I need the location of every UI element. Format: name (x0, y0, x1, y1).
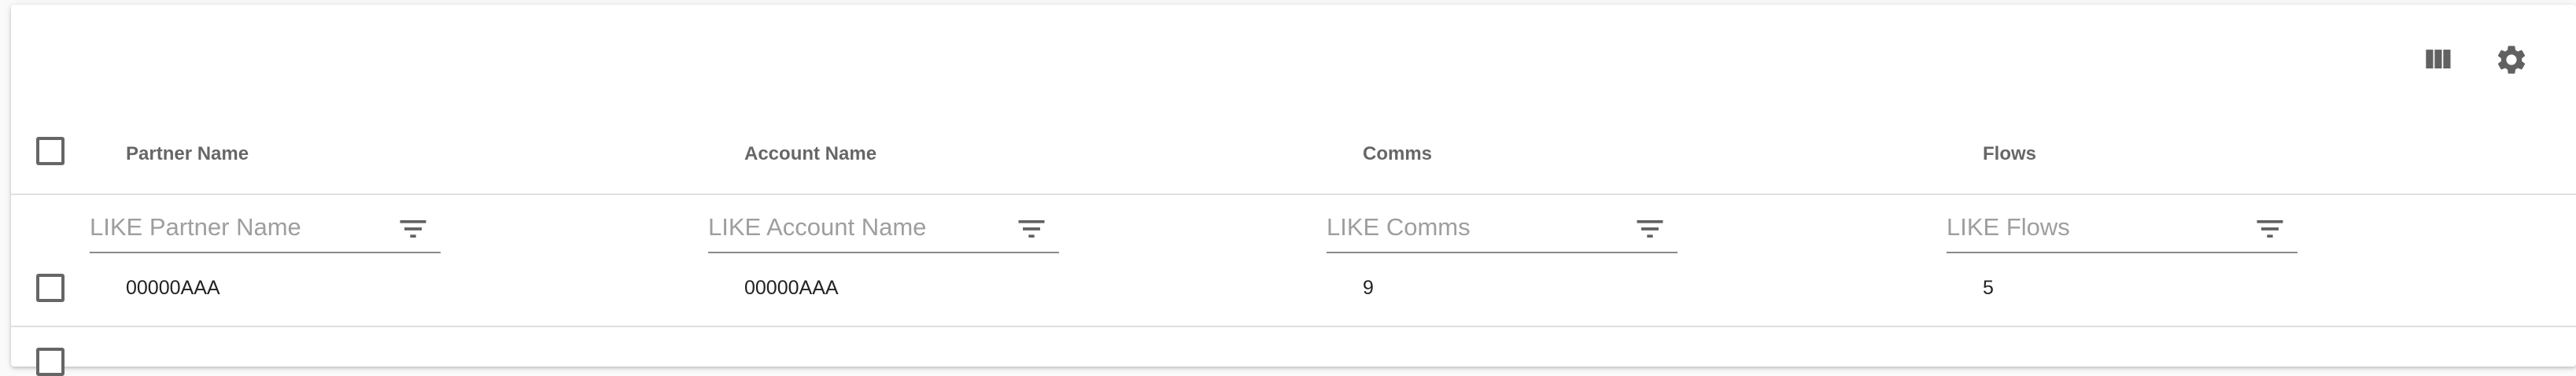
filter-comms (1327, 205, 1677, 253)
filter-list-icon[interactable] (1632, 211, 1668, 247)
column-header-account-name[interactable]: Account Name (744, 143, 877, 165)
filter-flows-input[interactable] (1947, 209, 2230, 245)
filter-list-icon[interactable] (395, 211, 431, 247)
filter-comms-input[interactable] (1327, 209, 1610, 245)
row-divider (11, 326, 2576, 327)
cell-comms: 9 (1363, 277, 1374, 299)
data-table-card: Partner Name Account Name Comms Flows 00… (11, 5, 2576, 376)
view-column-icon[interactable] (2419, 41, 2456, 79)
cell-partner-name: 00000AAA (126, 277, 220, 299)
cell-flows: 5 (1983, 277, 1994, 299)
filter-account-name-input[interactable] (708, 209, 991, 245)
column-header-comms[interactable]: Comms (1363, 143, 1432, 165)
filter-list-icon[interactable] (2252, 211, 2288, 247)
header-divider (11, 194, 2576, 195)
column-header-partner-name[interactable]: Partner Name (126, 143, 249, 165)
filter-account-name (708, 205, 1059, 253)
filter-list-icon[interactable] (1013, 211, 1050, 247)
filter-partner-name (90, 205, 441, 253)
column-header-flows[interactable]: Flows (1983, 143, 2036, 165)
row-select-checkbox[interactable] (36, 274, 65, 302)
settings-gear-icon[interactable] (2493, 41, 2530, 79)
select-all-checkbox[interactable] (36, 137, 65, 165)
cell-account-name: 00000AAA (744, 277, 839, 299)
filter-flows (1947, 205, 2297, 253)
row-select-checkbox[interactable] (36, 348, 65, 376)
filter-partner-name-input[interactable] (90, 209, 373, 245)
